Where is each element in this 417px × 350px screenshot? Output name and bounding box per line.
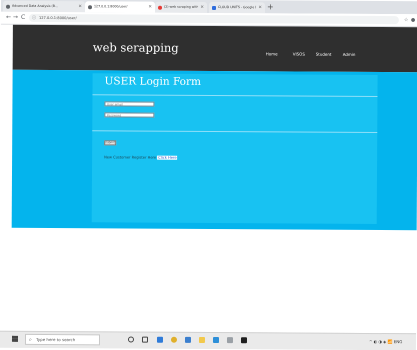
page-viewport: web serapping Home VISOS Student Admin U…: [0, 24, 417, 328]
nav-visos[interactable]: VISOS: [293, 52, 305, 57]
info-icon[interactable]: ⓘ: [32, 14, 36, 22]
nav-student[interactable]: Student: [316, 52, 332, 57]
form-title: USER Login Form: [104, 75, 202, 88]
address-bar[interactable]: ⓘ 127.0.0.1:8000/user/: [28, 13, 399, 25]
divider: [92, 130, 378, 134]
cortana-icon[interactable]: [127, 336, 135, 343]
windows-start-icon[interactable]: [11, 335, 18, 342]
divider: [92, 94, 378, 98]
star-icon[interactable]: ☆: [404, 14, 409, 26]
search-icon: ⌕: [28, 336, 32, 343]
site-header: web serapping Home VISOS Student Admin: [12, 24, 417, 73]
forward-button[interactable]: →: [13, 12, 18, 24]
back-button[interactable]: ←: [6, 12, 11, 24]
close-tab-icon[interactable]: ×: [78, 1, 82, 12]
youtube-icon: [158, 5, 163, 10]
register-text: New Customer Register Here: [104, 155, 157, 160]
chrome-icon: [88, 4, 93, 9]
submit-button[interactable]: submit: [104, 140, 117, 145]
register-link[interactable]: Click Here: [157, 155, 178, 160]
new-tab-button[interactable]: +: [267, 1, 274, 13]
close-tab-icon[interactable]: ×: [148, 2, 152, 13]
login-card: USER Login Form User email Password subm…: [91, 73, 378, 225]
close-tab-icon[interactable]: ×: [200, 2, 204, 13]
tab-youtube-web-scraping[interactable]: (2) web scraping with python ... ×: [154, 1, 208, 13]
app-icon[interactable]: [212, 337, 220, 344]
google-docs-icon: [212, 5, 217, 10]
taskbar-search-input[interactable]: ⌕ Type here to search: [24, 333, 101, 346]
tab-user-login[interactable]: 127.0.0.1:8000/user/ ×: [84, 1, 156, 13]
nav-home[interactable]: Home: [266, 51, 278, 56]
site-logo[interactable]: web serapping: [93, 40, 179, 55]
profile-icon[interactable]: ●: [411, 14, 415, 26]
windows-taskbar: ⌕ Type here to search ^ ◐ ◑ ◈ 📶 ENG: [0, 330, 417, 350]
task-view-icon[interactable]: [141, 336, 149, 343]
store-icon[interactable]: [184, 336, 192, 343]
edge-icon[interactable]: [156, 336, 164, 343]
chrome-icon: [6, 4, 11, 9]
search-placeholder: Type here to search: [35, 336, 76, 343]
password-field[interactable]: Password: [104, 112, 155, 118]
file-explorer-icon[interactable]: [198, 336, 206, 343]
close-tab-icon[interactable]: ×: [258, 2, 262, 13]
terminal-icon[interactable]: [240, 337, 248, 344]
app-icon[interactable]: [226, 337, 234, 344]
chrome-taskbar-icon[interactable]: [170, 336, 178, 343]
system-tray[interactable]: ^ ◐ ◑ ◈ 📶 ENG: [369, 334, 402, 349]
reload-button[interactable]: C: [21, 12, 25, 24]
tab-advanced-data-analysis[interactable]: Advanced Data Analysis (B... ×: [2, 0, 86, 13]
register-row: New Customer Register Here Click Here: [104, 155, 178, 160]
email-field[interactable]: User email: [104, 101, 155, 107]
content-band: USER Login Form User email Password subm…: [11, 69, 417, 231]
tab-google-docs[interactable]: CLOUD UNITS - Google Docs ×: [208, 2, 266, 14]
nav-admin[interactable]: Admin: [343, 52, 356, 57]
address-text: 127.0.0.1:8000/user/: [38, 15, 77, 21]
